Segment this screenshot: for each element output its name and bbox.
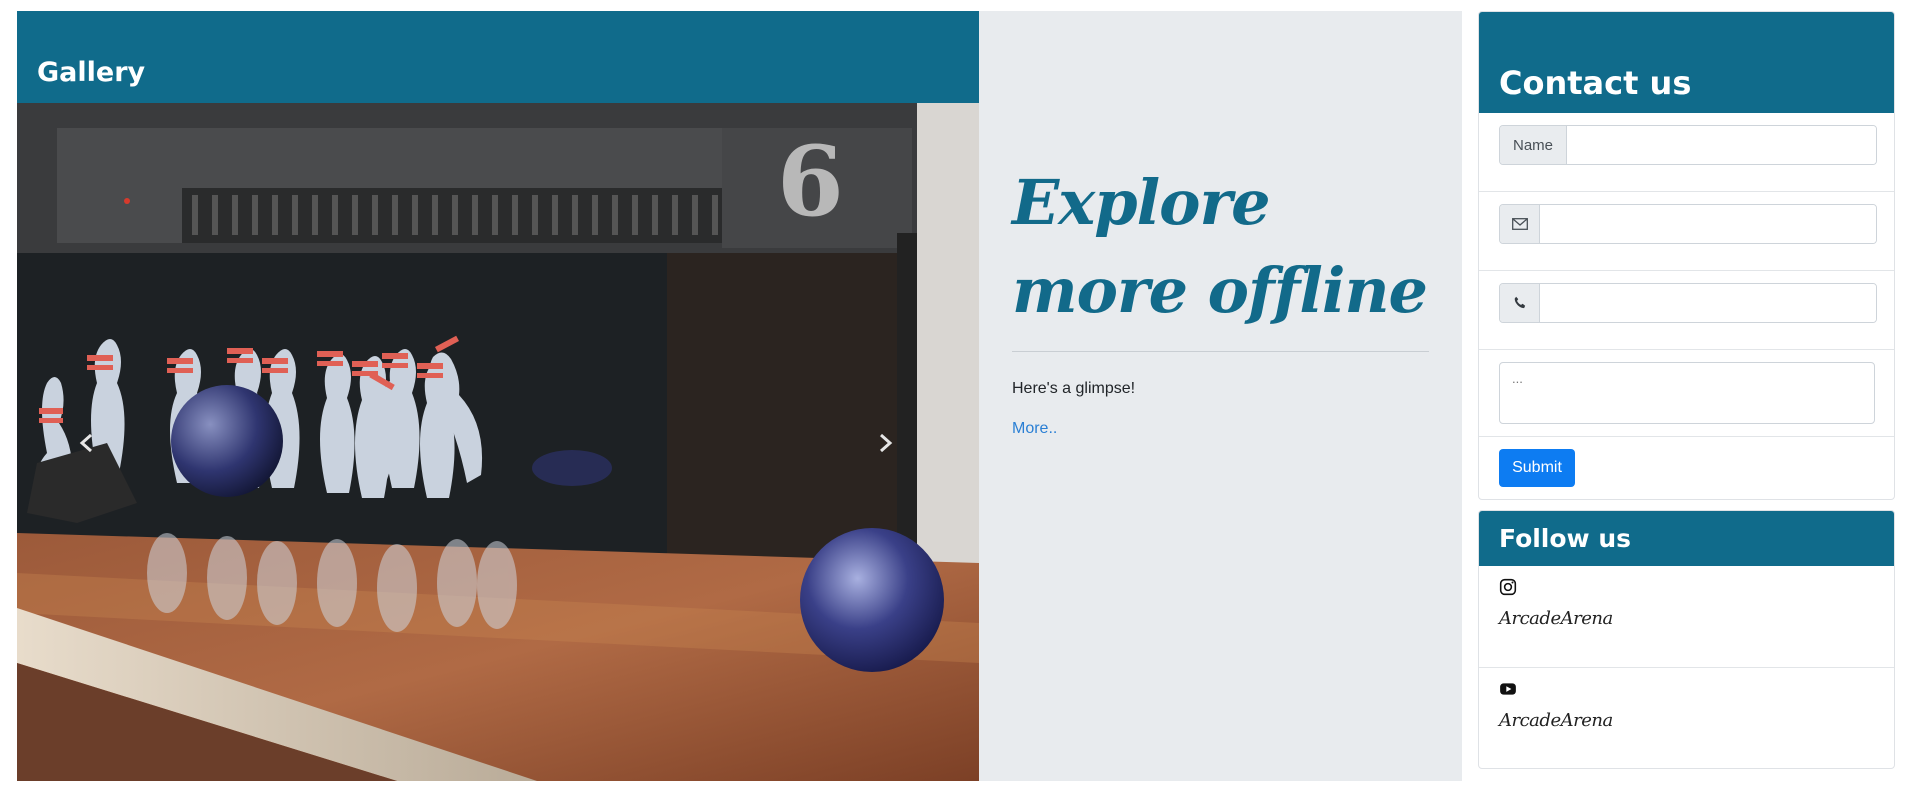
envelope-icon xyxy=(1500,205,1540,243)
email-input-group xyxy=(1499,204,1877,244)
social-item-youtube: ArcadeArena xyxy=(1479,668,1894,768)
phone-icon xyxy=(1500,284,1540,322)
message-row xyxy=(1479,350,1894,437)
carousel-prev-button[interactable] xyxy=(57,413,117,473)
message-textarea[interactable] xyxy=(1499,362,1875,424)
phone-row xyxy=(1479,271,1894,350)
contact-header: Contact us xyxy=(1479,12,1894,113)
follow-card: Follow us ArcadeArena ArcadeArena xyxy=(1478,510,1895,769)
chevron-right-icon xyxy=(880,433,893,453)
carousel-next-button[interactable] xyxy=(855,413,915,473)
bowling-ball xyxy=(171,385,283,497)
follow-title: Follow us xyxy=(1499,524,1632,553)
instagram-icon[interactable] xyxy=(1499,578,1517,596)
promo-text: Here's a glimpse! xyxy=(1012,380,1136,397)
name-input-group: Name xyxy=(1499,125,1877,165)
more-link[interactable]: More.. xyxy=(1012,420,1057,438)
follow-header: Follow us xyxy=(1479,511,1894,566)
youtube-handle[interactable]: ArcadeArena xyxy=(1499,710,1613,731)
contact-title: Contact us xyxy=(1499,64,1692,102)
email-row xyxy=(1479,192,1894,271)
bowling-photo: 6 xyxy=(17,103,979,781)
bowling-ball xyxy=(800,528,944,672)
chevron-left-icon xyxy=(79,433,92,453)
phone-input[interactable] xyxy=(1540,284,1876,322)
submit-button[interactable]: Submit xyxy=(1499,449,1575,487)
promo-heading: Explore more offline xyxy=(1012,166,1428,327)
phone-input-group xyxy=(1499,283,1877,323)
name-input[interactable] xyxy=(1567,126,1876,164)
gallery-header: Gallery xyxy=(17,11,979,103)
contact-card: Contact us Name Submit xyxy=(1478,11,1895,500)
divider xyxy=(1012,351,1429,352)
promo-section: Explore more offline Here's a glimpse! M… xyxy=(979,11,1462,781)
name-row: Name xyxy=(1479,113,1894,192)
instagram-handle[interactable]: ArcadeArena xyxy=(1499,608,1613,629)
gallery-section: Gallery 6 xyxy=(17,11,979,781)
name-addon: Name xyxy=(1500,126,1567,164)
submit-row: Submit xyxy=(1479,437,1894,499)
youtube-icon[interactable] xyxy=(1499,680,1517,698)
email-input[interactable] xyxy=(1540,205,1876,243)
lane-number: 6 xyxy=(777,125,844,238)
gallery-title: Gallery xyxy=(37,57,146,88)
social-item-instagram: ArcadeArena xyxy=(1479,566,1894,668)
image-carousel[interactable]: 6 xyxy=(17,103,979,781)
